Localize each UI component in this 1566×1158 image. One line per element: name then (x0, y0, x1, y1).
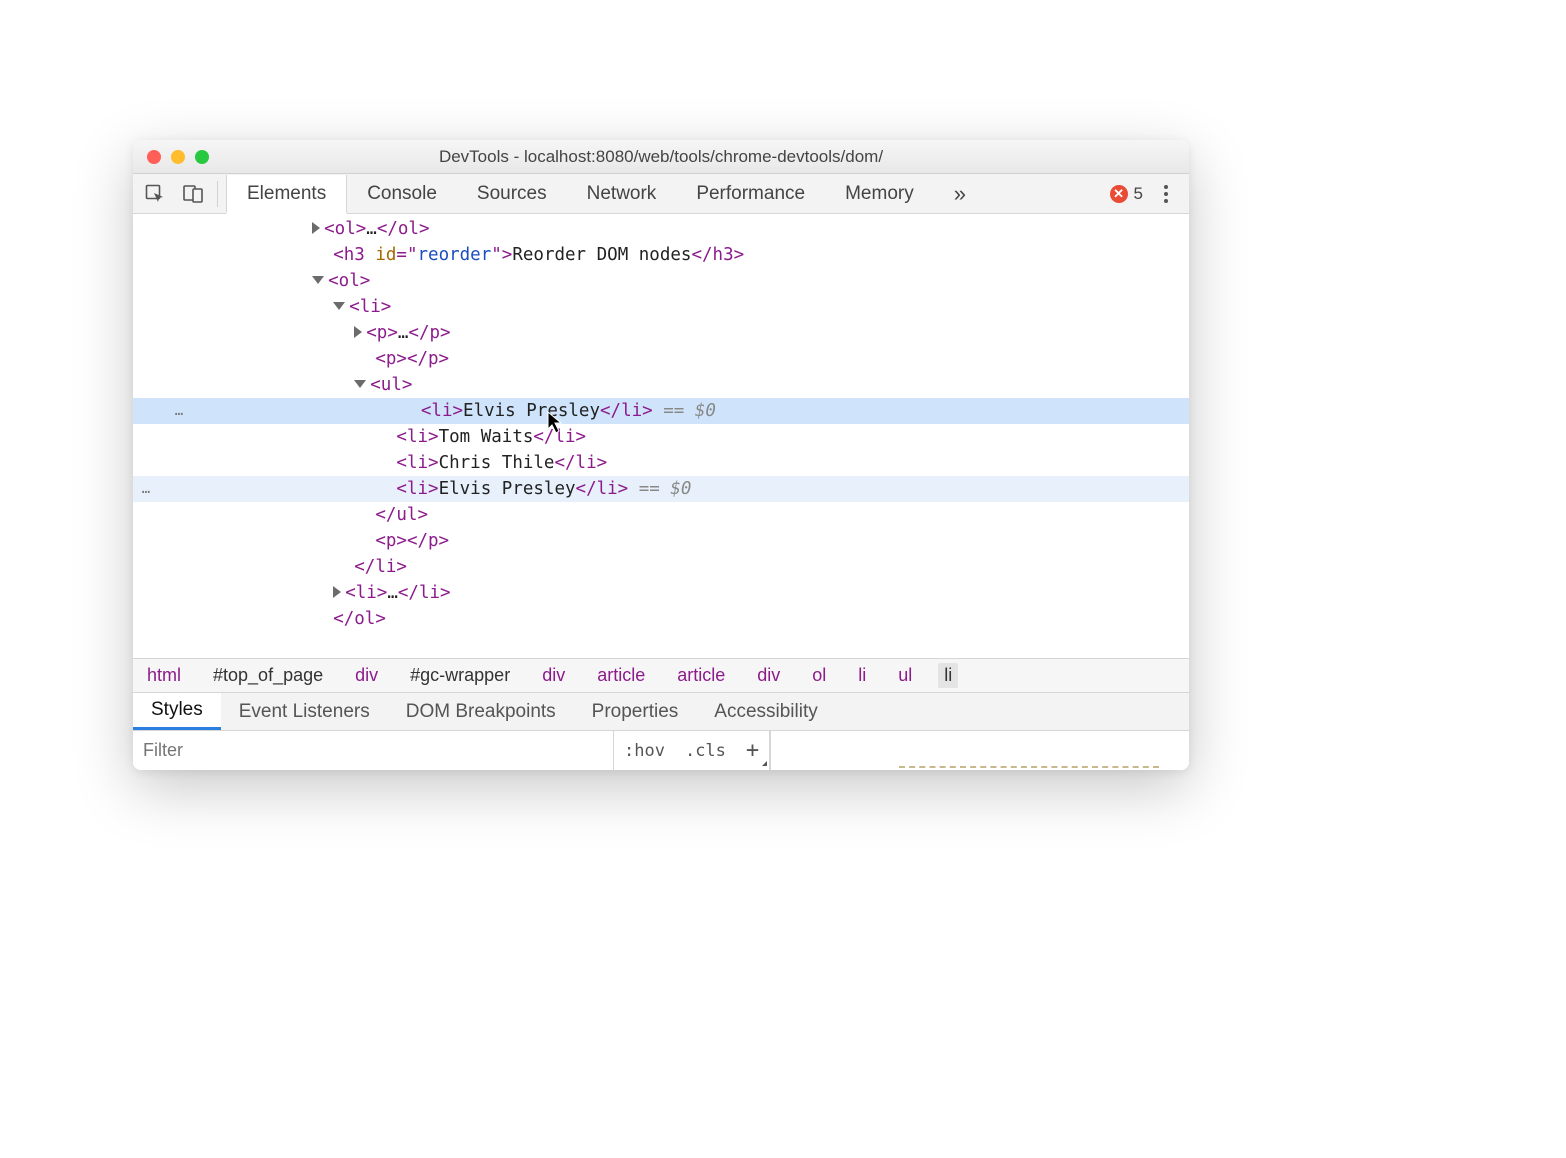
crumb[interactable]: div (751, 663, 786, 688)
subtab-event-listeners[interactable]: Event Listeners (221, 693, 388, 730)
tree-row[interactable]: <p></p> (133, 346, 1189, 372)
tree-row[interactable]: <ol>…</ol> (133, 216, 1189, 242)
inspect-icon[interactable] (139, 178, 171, 210)
devtools-window: DevTools - localhost:8080/web/tools/chro… (133, 140, 1189, 770)
tree-row[interactable]: <li>…</li> (133, 580, 1189, 606)
crumb-selected[interactable]: li (938, 663, 958, 688)
tab-sources[interactable]: Sources (457, 174, 567, 213)
crumb[interactable]: #gc-wrapper (404, 663, 516, 688)
tab-console[interactable]: Console (347, 174, 457, 213)
crumb[interactable]: article (591, 663, 651, 688)
gutter-dots: … (133, 476, 161, 502)
close-dot[interactable] (147, 150, 161, 164)
tree-row[interactable]: </ul> (133, 502, 1189, 528)
tree-row[interactable]: <p></p> (133, 528, 1189, 554)
tab-memory[interactable]: Memory (825, 174, 934, 213)
box-model-strip (770, 731, 1189, 770)
tree-row[interactable]: <p>…</p> (133, 320, 1189, 346)
selected-row[interactable]: … <li>Elvis Presley</li> == $0 (133, 476, 1189, 502)
traffic-lights (147, 150, 209, 164)
error-icon: ✕ (1110, 185, 1128, 203)
minimize-dot[interactable] (171, 150, 185, 164)
crumb[interactable]: #top_of_page (207, 663, 329, 688)
cls-toggle[interactable]: .cls (675, 731, 736, 770)
drag-row[interactable]: … <li>Elvis Presley</li> == $0 (133, 398, 1189, 424)
crumb[interactable]: ul (892, 663, 918, 688)
crumb[interactable]: ol (806, 663, 832, 688)
crumb[interactable]: div (349, 663, 384, 688)
crumb[interactable]: div (536, 663, 571, 688)
tabs-overflow[interactable]: » (934, 174, 986, 213)
styles-tabbar: Styles Event Listeners DOM Breakpoints P… (133, 692, 1189, 730)
tree-row[interactable]: <ul> (133, 372, 1189, 398)
breadcrumb-bar: html #top_of_page div #gc-wrapper div ar… (133, 658, 1189, 692)
subtab-styles[interactable]: Styles (133, 693, 221, 730)
subtab-properties[interactable]: Properties (574, 693, 697, 730)
hov-toggle[interactable]: :hov (614, 731, 675, 770)
tab-elements[interactable]: Elements (226, 175, 347, 214)
maximize-dot[interactable] (195, 150, 209, 164)
styles-filter-input[interactable] (133, 731, 613, 770)
tree-row[interactable]: <ol> (133, 268, 1189, 294)
crumb[interactable]: html (141, 663, 187, 688)
titlebar: DevTools - localhost:8080/web/tools/chro… (133, 140, 1189, 174)
error-number: 5 (1134, 184, 1143, 204)
styles-filterbar: :hov .cls + (133, 730, 1189, 770)
tree-row[interactable]: <h3 id="reorder">Reorder DOM nodes</h3> (133, 242, 1189, 268)
tree-row[interactable]: <li> (133, 294, 1189, 320)
tab-network[interactable]: Network (567, 174, 677, 213)
tree-row[interactable]: <li>Tom Waits</li> (133, 424, 1189, 450)
tree-row[interactable]: <li>Chris Thile</li> (133, 450, 1189, 476)
dom-tree[interactable]: <ol>…</ol> <h3 id="reorder">Reorder DOM … (133, 214, 1189, 658)
tree-row[interactable]: </li> (133, 554, 1189, 580)
window-title: DevTools - localhost:8080/web/tools/chro… (133, 147, 1189, 167)
new-style-rule[interactable]: + (736, 731, 769, 770)
device-icon[interactable] (177, 178, 209, 210)
error-count[interactable]: ✕ 5 (1110, 184, 1143, 204)
gutter-dots: … (166, 398, 194, 424)
kebab-menu[interactable] (1153, 185, 1179, 203)
tab-separator (217, 181, 218, 207)
subtab-dom-breakpoints[interactable]: DOM Breakpoints (388, 693, 574, 730)
crumb[interactable]: li (852, 663, 872, 688)
tree-row[interactable]: </ol> (133, 606, 1189, 632)
subtab-accessibility[interactable]: Accessibility (696, 693, 835, 730)
crumb[interactable]: article (671, 663, 731, 688)
main-tabbar: Elements Console Sources Network Perform… (133, 174, 1189, 214)
tab-performance[interactable]: Performance (676, 174, 825, 213)
